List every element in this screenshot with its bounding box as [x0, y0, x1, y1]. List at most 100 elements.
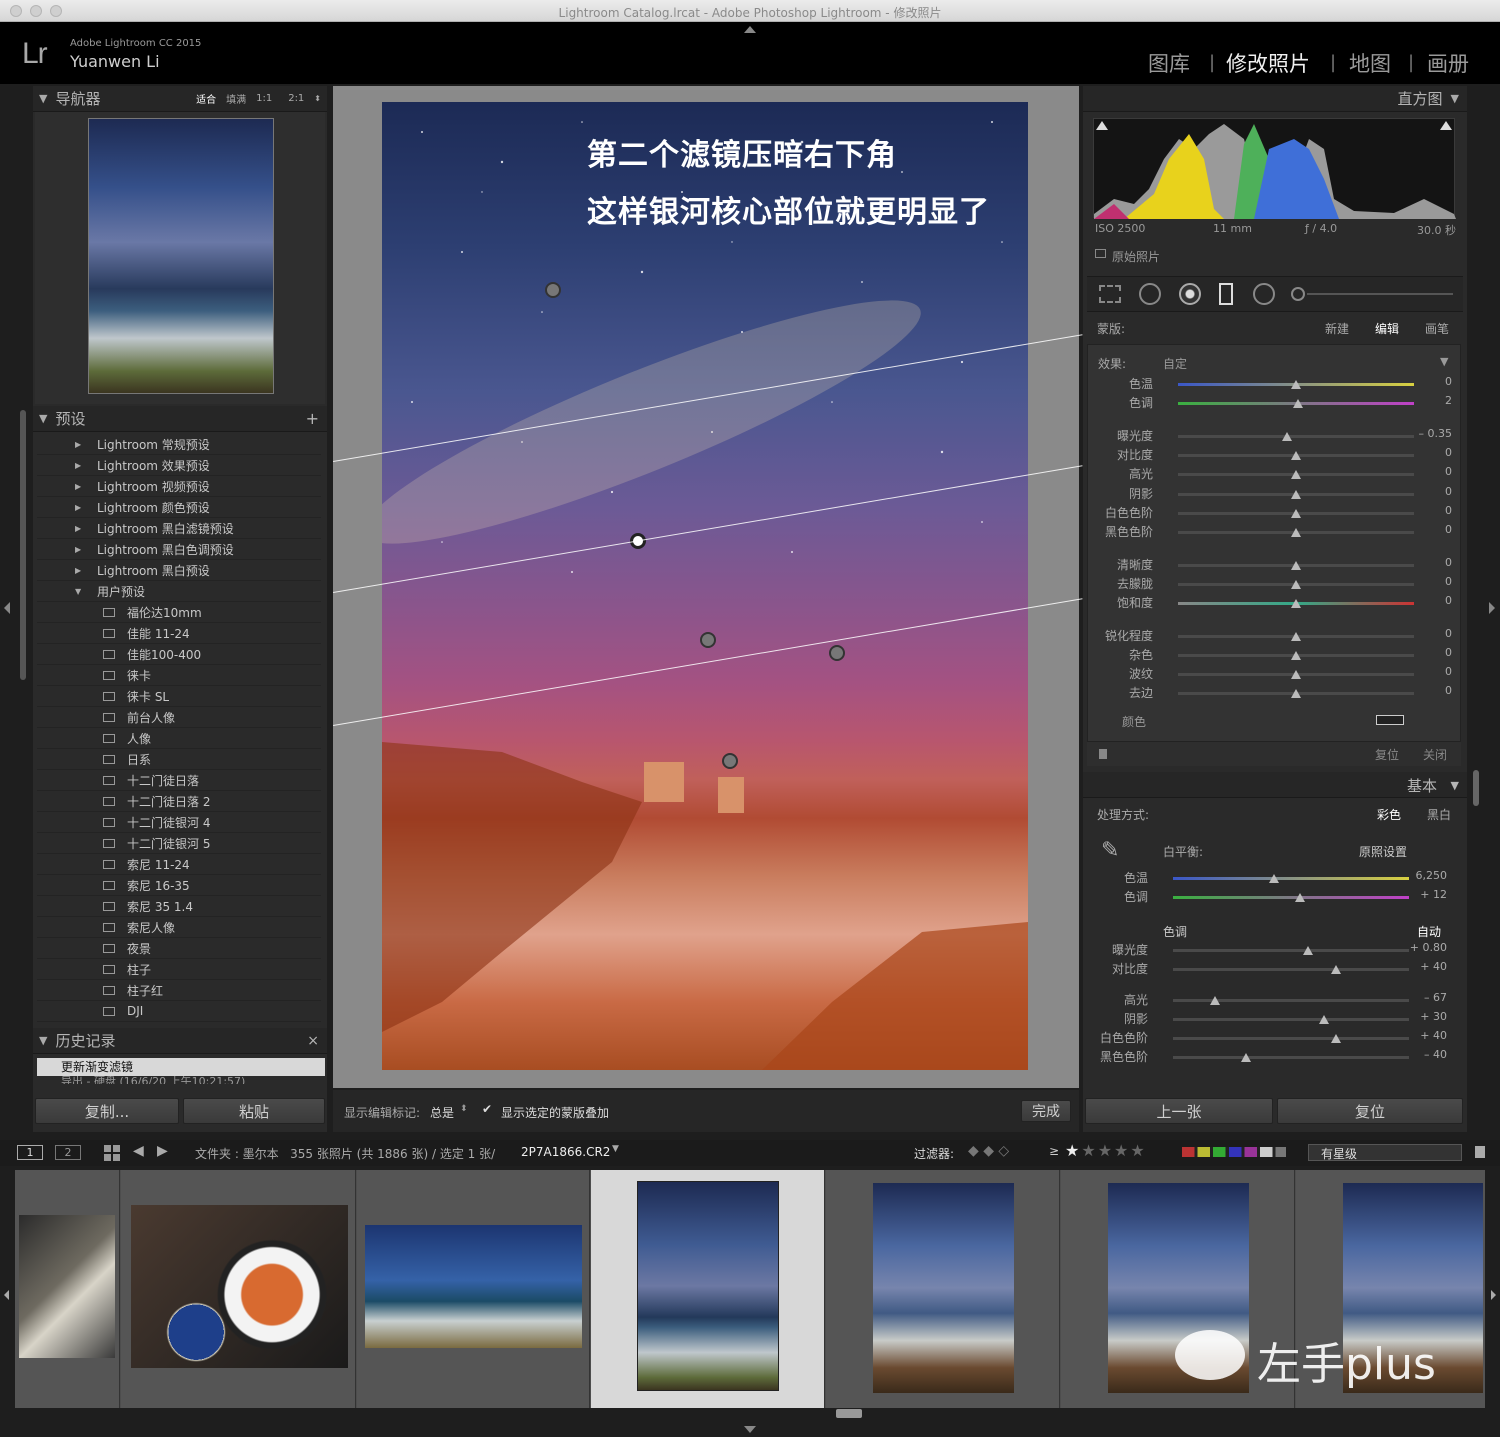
slider-value[interactable]: 0: [1445, 523, 1452, 536]
mask-edit-button[interactable]: 编辑: [1375, 320, 1399, 337]
slider-row[interactable]: 高光 0: [1098, 465, 1458, 484]
zoom-fill-option[interactable]: 填满: [226, 91, 246, 106]
presets-header[interactable]: ▼ 预设 +: [33, 406, 327, 432]
slider-value[interactable]: 0: [1445, 646, 1452, 659]
basic-header[interactable]: 基本 ▼: [1083, 772, 1467, 798]
slider-value[interactable]: 0: [1445, 684, 1452, 697]
collapse-effects-triangle-icon[interactable]: ▼: [1440, 355, 1448, 368]
collapse-triangle-icon[interactable]: ▼: [1451, 92, 1459, 105]
filmstrip-cell-selected[interactable]: [591, 1170, 825, 1408]
slider-track[interactable]: [1173, 1056, 1409, 1059]
slider-knob[interactable]: [1319, 1015, 1330, 1024]
expand-triangle-icon[interactable]: ▶: [75, 440, 87, 449]
effect-preset-select[interactable]: 自定: [1163, 355, 1187, 372]
mask-brush-button[interactable]: 画笔: [1425, 320, 1449, 337]
slider-value[interactable]: 0: [1445, 504, 1452, 517]
slider-track[interactable]: [1173, 999, 1409, 1002]
expand-triangle-icon[interactable]: ▶: [75, 545, 87, 554]
thumbnail-image[interactable]: [131, 1205, 348, 1368]
collapse-triangle-icon[interactable]: ▼: [39, 1034, 47, 1047]
slider-knob[interactable]: [1269, 874, 1280, 883]
forward-arrow-icon[interactable]: ▶: [157, 1143, 168, 1159]
left-panel-scrollbar[interactable]: [20, 410, 26, 680]
slider-row[interactable]: 色调 + 12: [1093, 888, 1453, 907]
slider-knob[interactable]: [1291, 561, 1301, 570]
slider-value[interactable]: 0: [1445, 665, 1452, 678]
secondary-window-button[interactable]: 2: [55, 1145, 81, 1160]
filter-pin[interactable]: [545, 282, 561, 298]
expand-triangle-icon[interactable]: ▶: [75, 461, 87, 470]
slider-track[interactable]: [1173, 1018, 1409, 1021]
dropdown-stepper-icon[interactable]: ⬍: [460, 1104, 468, 1114]
expand-triangle-icon[interactable]: ▶: [75, 503, 87, 512]
thumbnail-image[interactable]: [19, 1215, 115, 1358]
slider-knob[interactable]: [1210, 996, 1221, 1005]
module-book[interactable]: 画册: [1427, 48, 1469, 78]
preset-item[interactable]: 佳能100-400: [37, 644, 321, 665]
preset-item[interactable]: 索尼 35 1.4: [37, 896, 321, 917]
done-button[interactable]: 完成: [1021, 1100, 1071, 1122]
preset-folder[interactable]: ▶ Lightroom 视频预设: [37, 476, 321, 497]
filmstrip-scrollbar-thumb[interactable]: [836, 1409, 862, 1418]
flag-filter-icons[interactable]: ◆ ◆ ◇: [968, 1143, 1009, 1159]
filter-close-button[interactable]: 关闭: [1423, 746, 1447, 763]
right-panel-scrollbar[interactable]: [1473, 770, 1479, 806]
navigator-header[interactable]: ▼ 导航器 适合 填满 1:1 2:1 ⬍: [33, 86, 327, 112]
slider-value[interactable]: 0: [1445, 594, 1452, 607]
slider-value[interactable]: 0: [1445, 446, 1452, 459]
slider-row[interactable]: 阴影 + 30: [1093, 1010, 1453, 1029]
treatment-bw-button[interactable]: 黑白: [1427, 806, 1451, 823]
preset-item[interactable]: 前台人像: [37, 707, 321, 728]
preset-folder[interactable]: ▶ Lightroom 黑白色调预设: [37, 539, 321, 560]
main-photo[interactable]: 第二个滤镜压暗右下角 这样银河核心部位就更明显了: [382, 102, 1028, 1070]
slider-knob[interactable]: [1291, 580, 1301, 589]
preset-folder[interactable]: ▶ Lightroom 黑白预设: [37, 560, 321, 581]
history-item-selected[interactable]: 更新渐变滤镜: [37, 1058, 325, 1076]
slider-knob[interactable]: [1291, 651, 1301, 660]
reset-button[interactable]: 复位: [1277, 1098, 1463, 1124]
slider-row[interactable]: 杂色 0: [1098, 646, 1458, 665]
radial-filter-tool-icon[interactable]: [1253, 283, 1275, 305]
histogram[interactable]: [1093, 118, 1456, 219]
rating-operator[interactable]: ≥: [1049, 1144, 1059, 1158]
collapse-triangle-icon[interactable]: ▼: [39, 412, 47, 425]
filmstrip-cell[interactable]: [357, 1170, 590, 1408]
preset-folder[interactable]: ▶ Lightroom 常规预设: [37, 434, 321, 455]
slider-knob[interactable]: [1291, 380, 1301, 389]
thumbnail-image[interactable]: [873, 1183, 1014, 1393]
original-photo-checkbox[interactable]: [1095, 249, 1106, 258]
graduated-filter-tool-icon[interactable]: [1219, 283, 1233, 305]
preset-folder[interactable]: ▶ Lightroom 效果预设: [37, 455, 321, 476]
slider-track[interactable]: [1173, 1037, 1409, 1040]
filmstrip-cell[interactable]: [826, 1170, 1060, 1408]
slider-knob[interactable]: [1293, 399, 1304, 408]
slider-value[interactable]: 6,250: [1416, 869, 1448, 882]
slider-value[interactable]: + 12: [1420, 888, 1447, 901]
expand-triangle-icon[interactable]: ▶: [75, 566, 87, 575]
collapse-right-arrow-icon[interactable]: [1489, 602, 1495, 614]
slider-value[interactable]: 0: [1445, 556, 1452, 569]
preset-item[interactable]: 福伦达10mm: [37, 602, 321, 623]
source-path[interactable]: 文件夹 : 墨尔本 355 张照片 (共 1886 张) / 选定 1 张/: [195, 1145, 495, 1162]
red-eye-tool-icon[interactable]: [1179, 283, 1201, 305]
slider-row[interactable]: 饱和度 0: [1098, 594, 1458, 613]
preset-item[interactable]: 索尼 16-35: [37, 875, 321, 896]
preset-item[interactable]: 佳能 11-24: [37, 623, 321, 644]
previous-button[interactable]: 上一张: [1085, 1098, 1273, 1124]
slider-row[interactable]: 对比度 + 40: [1093, 960, 1453, 979]
slider-row[interactable]: 色调 2: [1098, 394, 1458, 413]
slider-row[interactable]: 曝光度 – 0.35: [1098, 427, 1458, 446]
expand-triangle-icon[interactable]: ▶: [75, 482, 87, 491]
preset-folder[interactable]: ▶ Lightroom 颜色预设: [37, 497, 321, 518]
filter-enable-switch-icon[interactable]: [1099, 749, 1107, 759]
slider-track[interactable]: [1173, 949, 1409, 952]
slider-value[interactable]: 0: [1445, 485, 1452, 498]
preset-item[interactable]: 徕卡 SL: [37, 686, 321, 707]
slider-track[interactable]: [1178, 435, 1414, 438]
history-item[interactable]: 导出 - 硬盘 (16/6/20 上午10:21:57): [37, 1076, 325, 1084]
slider-value[interactable]: – 40: [1424, 1048, 1447, 1061]
module-map[interactable]: 地图: [1349, 48, 1391, 78]
crop-tool-icon[interactable]: [1099, 285, 1121, 303]
slider-row[interactable]: 高光 – 67: [1093, 991, 1453, 1010]
slider-knob[interactable]: [1291, 670, 1301, 679]
